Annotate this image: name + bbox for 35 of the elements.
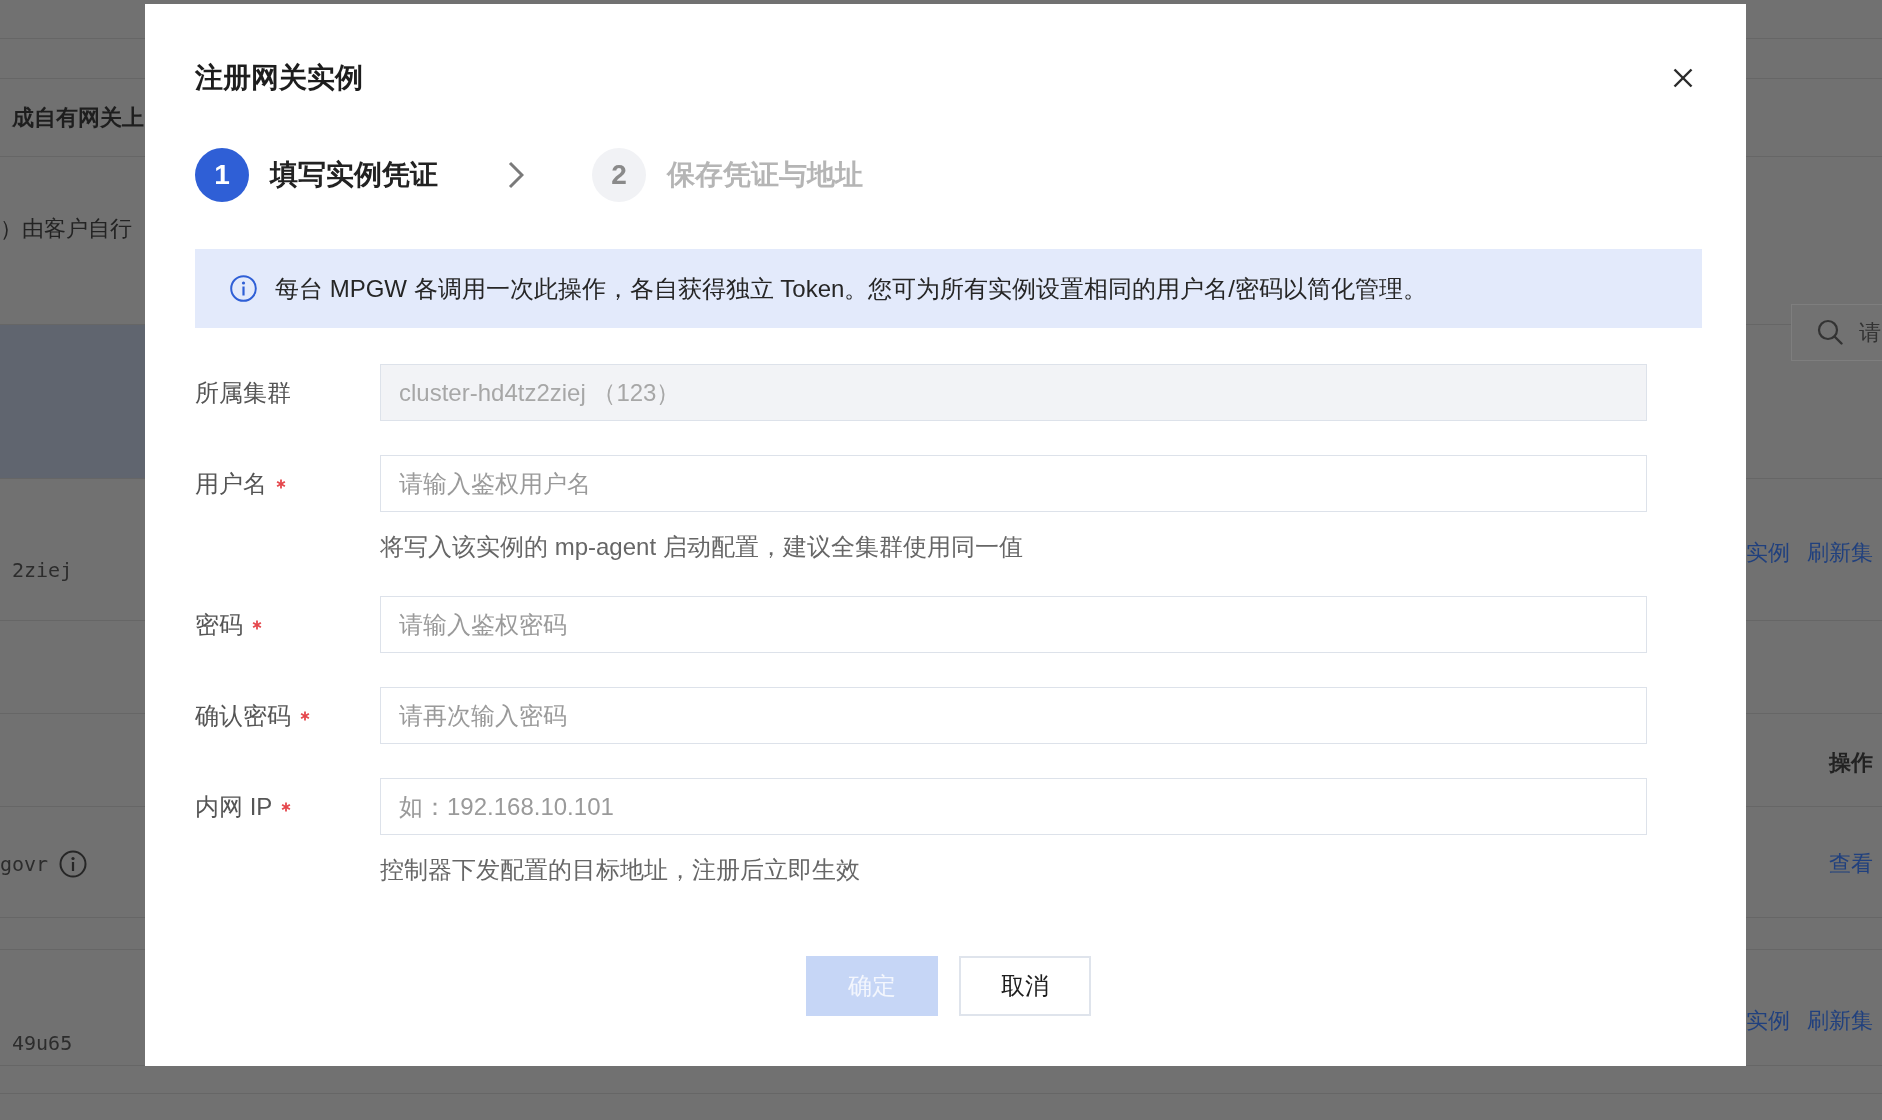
step-number: 2 — [592, 148, 646, 202]
column-header: 操作 — [1829, 749, 1873, 777]
dialog-title: 注册网关实例 — [195, 61, 363, 95]
search-field[interactable]: 请 — [1791, 304, 1882, 361]
password-field[interactable]: 请输入鉴权密码 — [380, 596, 1647, 653]
action-link[interactable]: 刷新集 — [1807, 1006, 1873, 1036]
chevron-right-icon — [508, 161, 524, 189]
field-label: 内网 IP — [195, 791, 273, 822]
action-link[interactable]: 实例 — [1746, 1006, 1790, 1036]
cancel-button[interactable]: 取消 — [959, 956, 1091, 1016]
step-label: 填写实例凭证 — [270, 158, 438, 192]
table-cell-text: 49u65 — [11, 1030, 73, 1057]
field-hint: 控制器下发配置的目标地址，注册后立即生效 — [380, 855, 861, 885]
table-cell-text: govr — [0, 851, 49, 878]
field-label: 密码 — [195, 609, 243, 640]
table-cell-text: 2ziej — [11, 557, 73, 584]
field-hint: 将写入该实例的 mp-agent 启动配置，建议全集群使用同一值 — [380, 532, 1024, 562]
info-text: 每台 MPGW 各调用一次此操作，各自获得独立 Token。您可为所有实例设置相同的用户名/密码以简化管理。 — [275, 273, 1428, 304]
action-link[interactable]: 查看 — [1829, 849, 1873, 879]
username-field[interactable]: 请输入鉴权用户名 — [380, 455, 1647, 512]
step-number: 1 — [195, 148, 249, 202]
action-link[interactable]: 刷新集 — [1807, 538, 1873, 568]
ip-field[interactable]: 如：192.168.10.101 — [380, 778, 1647, 835]
search-icon — [1817, 319, 1843, 345]
section-heading: 成自有网关上 — [11, 103, 144, 132]
step-label: 保存凭证与地址 — [667, 158, 863, 192]
info-icon — [230, 275, 257, 302]
description-text: ）由客户自行 — [0, 215, 132, 243]
field-label: 所属集群 — [195, 377, 291, 408]
close-button[interactable] — [1673, 68, 1693, 88]
confirm-password-field[interactable]: 请再次输入密码 — [380, 687, 1647, 744]
field-label: 确认密码 — [195, 700, 291, 731]
close-icon — [1673, 68, 1693, 88]
action-link[interactable]: 实例 — [1746, 538, 1790, 568]
field-label: 用户名 — [195, 468, 267, 499]
